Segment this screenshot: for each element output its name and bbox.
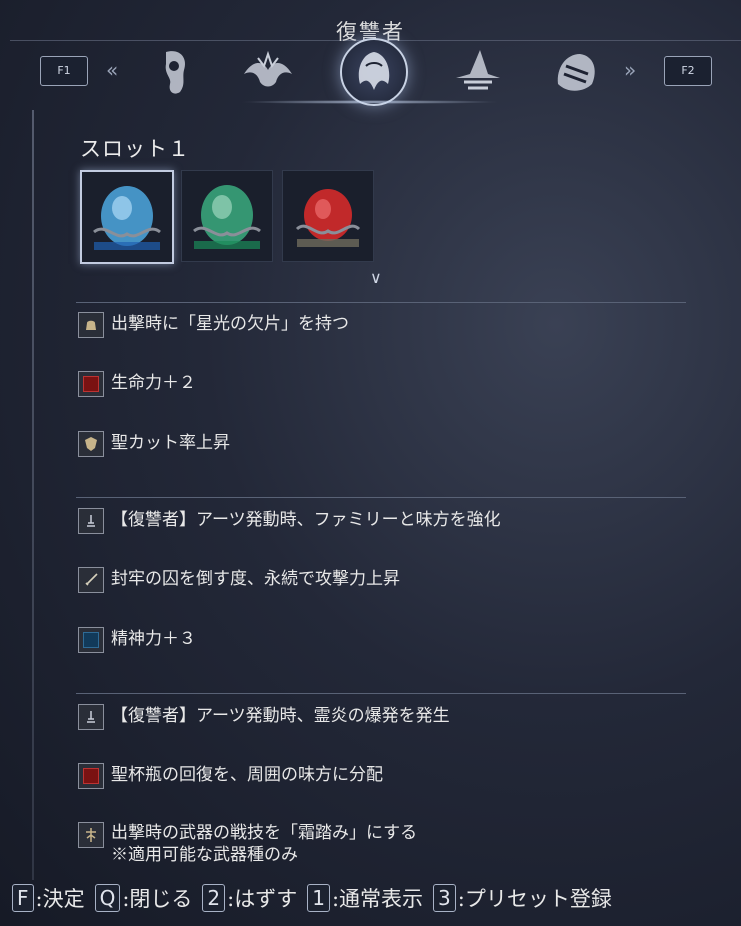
effect-row: 【復讐者】アーツ発動時、ファミリーと味方を強化 bbox=[78, 508, 501, 536]
normal-view-key[interactable]: 1 bbox=[307, 884, 330, 912]
next-arrow-icon[interactable]: » bbox=[624, 58, 636, 82]
armored-mask-icon[interactable] bbox=[548, 44, 604, 100]
witch-hat-icon[interactable] bbox=[450, 44, 506, 100]
blue-square-icon bbox=[78, 627, 104, 653]
effect-row: 精神力＋３ bbox=[78, 627, 196, 655]
divider bbox=[76, 693, 686, 694]
effect-text: 聖カット率上昇 bbox=[111, 433, 230, 453]
preset-register-label: :プリセット登録 bbox=[457, 887, 612, 911]
effect-text: 【復讐者】アーツ発動時、霊炎の爆発を発生 bbox=[111, 706, 450, 726]
normal-view-label: :通常表示 bbox=[331, 887, 424, 911]
effect-text: 聖杯瓶の回復を、周囲の味方に分配 bbox=[111, 765, 383, 785]
winged-beast-icon[interactable] bbox=[240, 44, 296, 100]
effect-row: 封牢の囚を倒す度、永続で攻撃力上昇 bbox=[78, 567, 400, 595]
blue-relic-icon bbox=[93, 186, 161, 250]
effect-text: 精神力＋３ bbox=[111, 629, 196, 649]
preset-register-key[interactable]: 3 bbox=[433, 884, 456, 912]
divider bbox=[76, 302, 686, 303]
selection-glow bbox=[240, 100, 500, 104]
arts-icon bbox=[78, 508, 104, 534]
effect-row: 聖カット率上昇 bbox=[78, 431, 230, 459]
selected-character-ring[interactable] bbox=[340, 38, 408, 106]
effect-note: ※適用可能な武器種のみ bbox=[111, 845, 298, 865]
effect-text: 生命力＋２ bbox=[111, 373, 196, 393]
close-label: :閉じる bbox=[122, 887, 193, 911]
relic-slot-1[interactable] bbox=[80, 170, 174, 264]
arts-icon bbox=[78, 704, 104, 730]
weapon-skill-icon bbox=[78, 822, 104, 848]
holy-shield-icon bbox=[78, 431, 104, 457]
close-key[interactable]: Q bbox=[94, 884, 121, 912]
prev-arrow-icon[interactable]: « bbox=[106, 58, 118, 82]
remove-key[interactable]: 2 bbox=[202, 884, 226, 912]
red-relic-icon bbox=[295, 189, 361, 247]
footer-controls: F:決定 Q:閉じる 2:はずす 1:通常表示 3:プリセット登録 bbox=[0, 878, 741, 918]
sword-icon bbox=[78, 567, 104, 593]
relic-slot-3[interactable] bbox=[282, 170, 374, 262]
green-relic-icon bbox=[193, 185, 261, 249]
hooded-figure-icon[interactable] bbox=[146, 44, 202, 100]
revenant-portrait-icon bbox=[358, 52, 390, 90]
effect-row: 生命力＋２ bbox=[78, 371, 196, 399]
effect-row: 【復讐者】アーツ発動時、霊炎の爆発を発生 bbox=[78, 704, 450, 732]
confirm-label: :決定 bbox=[35, 887, 85, 911]
effect-text: 封牢の囚を倒す度、永続で攻撃力上昇 bbox=[111, 569, 400, 589]
confirm-key[interactable]: F bbox=[12, 884, 34, 912]
effect-row: 出撃時に「星光の欠片」を持つ bbox=[78, 312, 349, 340]
red-square-icon bbox=[78, 371, 104, 397]
effect-text: 出撃時の武器の戦技を「霜踏み」にする bbox=[111, 823, 418, 843]
next-character-key[interactable]: F2 bbox=[664, 56, 712, 86]
divider bbox=[76, 497, 686, 498]
chevron-down-icon[interactable]: ∨ bbox=[370, 268, 382, 287]
effect-text: 【復讐者】アーツ発動時、ファミリーと味方を強化 bbox=[111, 510, 501, 530]
effect-row: 聖杯瓶の回復を、周囲の味方に分配 bbox=[78, 763, 383, 791]
prev-character-key[interactable]: F1 bbox=[40, 56, 88, 86]
panel-frame-left bbox=[32, 110, 34, 880]
relic-slot-2[interactable] bbox=[181, 170, 273, 262]
effect-text: 出撃時に「星光の欠片」を持つ bbox=[111, 314, 349, 334]
remove-label: :はずす bbox=[227, 887, 298, 911]
red-square-icon bbox=[78, 763, 104, 789]
effect-row: 出撃時の武器の戦技を「霜踏み」にする ※適用可能な武器種のみ bbox=[78, 822, 417, 872]
slot-title: スロット１ bbox=[80, 137, 190, 161]
pouch-icon bbox=[78, 312, 104, 338]
